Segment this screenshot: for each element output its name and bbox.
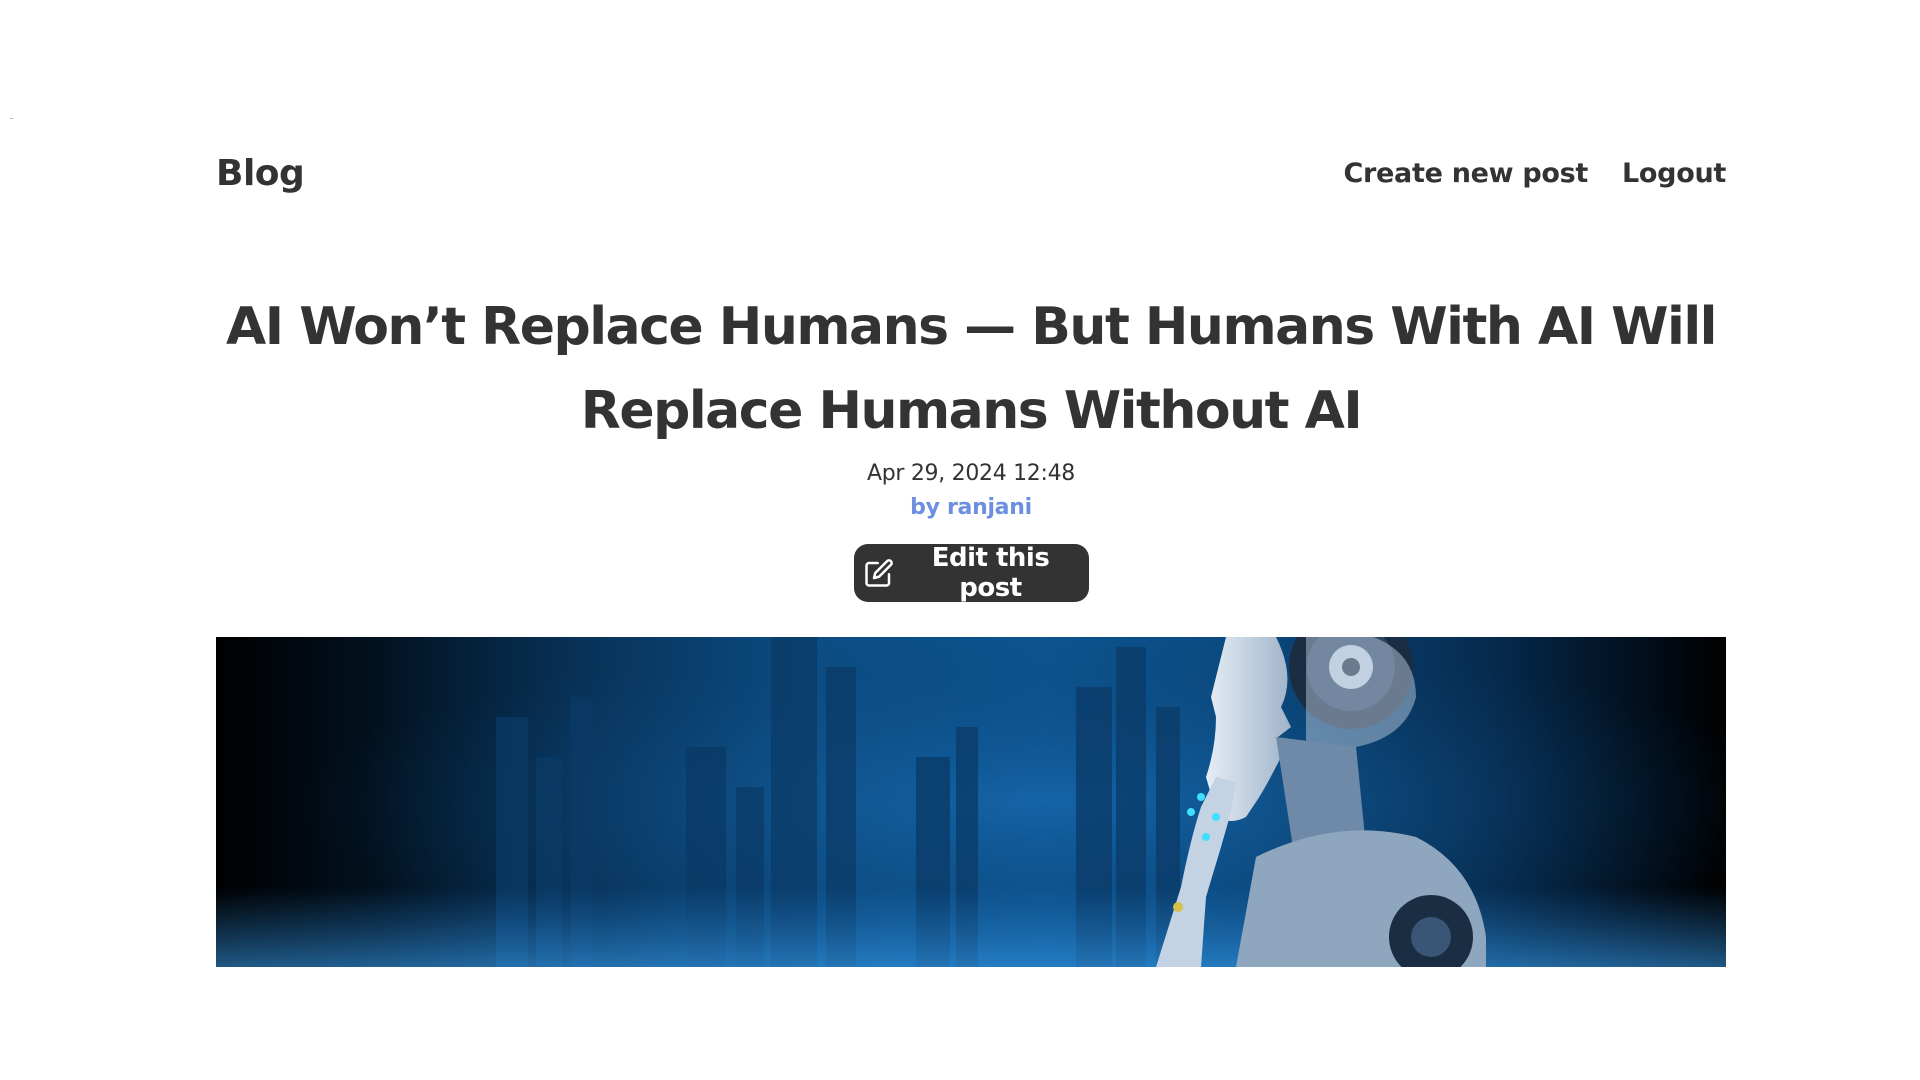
edit-icon [864,558,894,588]
create-post-link[interactable]: Create new post [1344,158,1589,189]
main-nav: Create new post Logout [1344,158,1727,189]
edit-post-button[interactable]: Edit this post [854,543,1089,603]
robot-illustration [216,637,1726,967]
post-hero-image [216,637,1726,967]
site-header: Blog Create new post Logout [216,145,1726,201]
post-date: Apr 29, 2024 12:48 [866,461,1075,486]
post-author[interactable]: by ranjani [0,495,1920,520]
page: Blog Create new post Logout AI Won’t Rep… [0,0,1920,1080]
edit-button-label: Edit this post [931,543,1050,603]
post-title: AI Won’t Replace Humans — But Humans Wit… [226,297,1717,441]
brand-link[interactable]: Blog [216,153,305,194]
logout-link[interactable]: Logout [1622,158,1726,189]
stray-mark [10,118,13,119]
